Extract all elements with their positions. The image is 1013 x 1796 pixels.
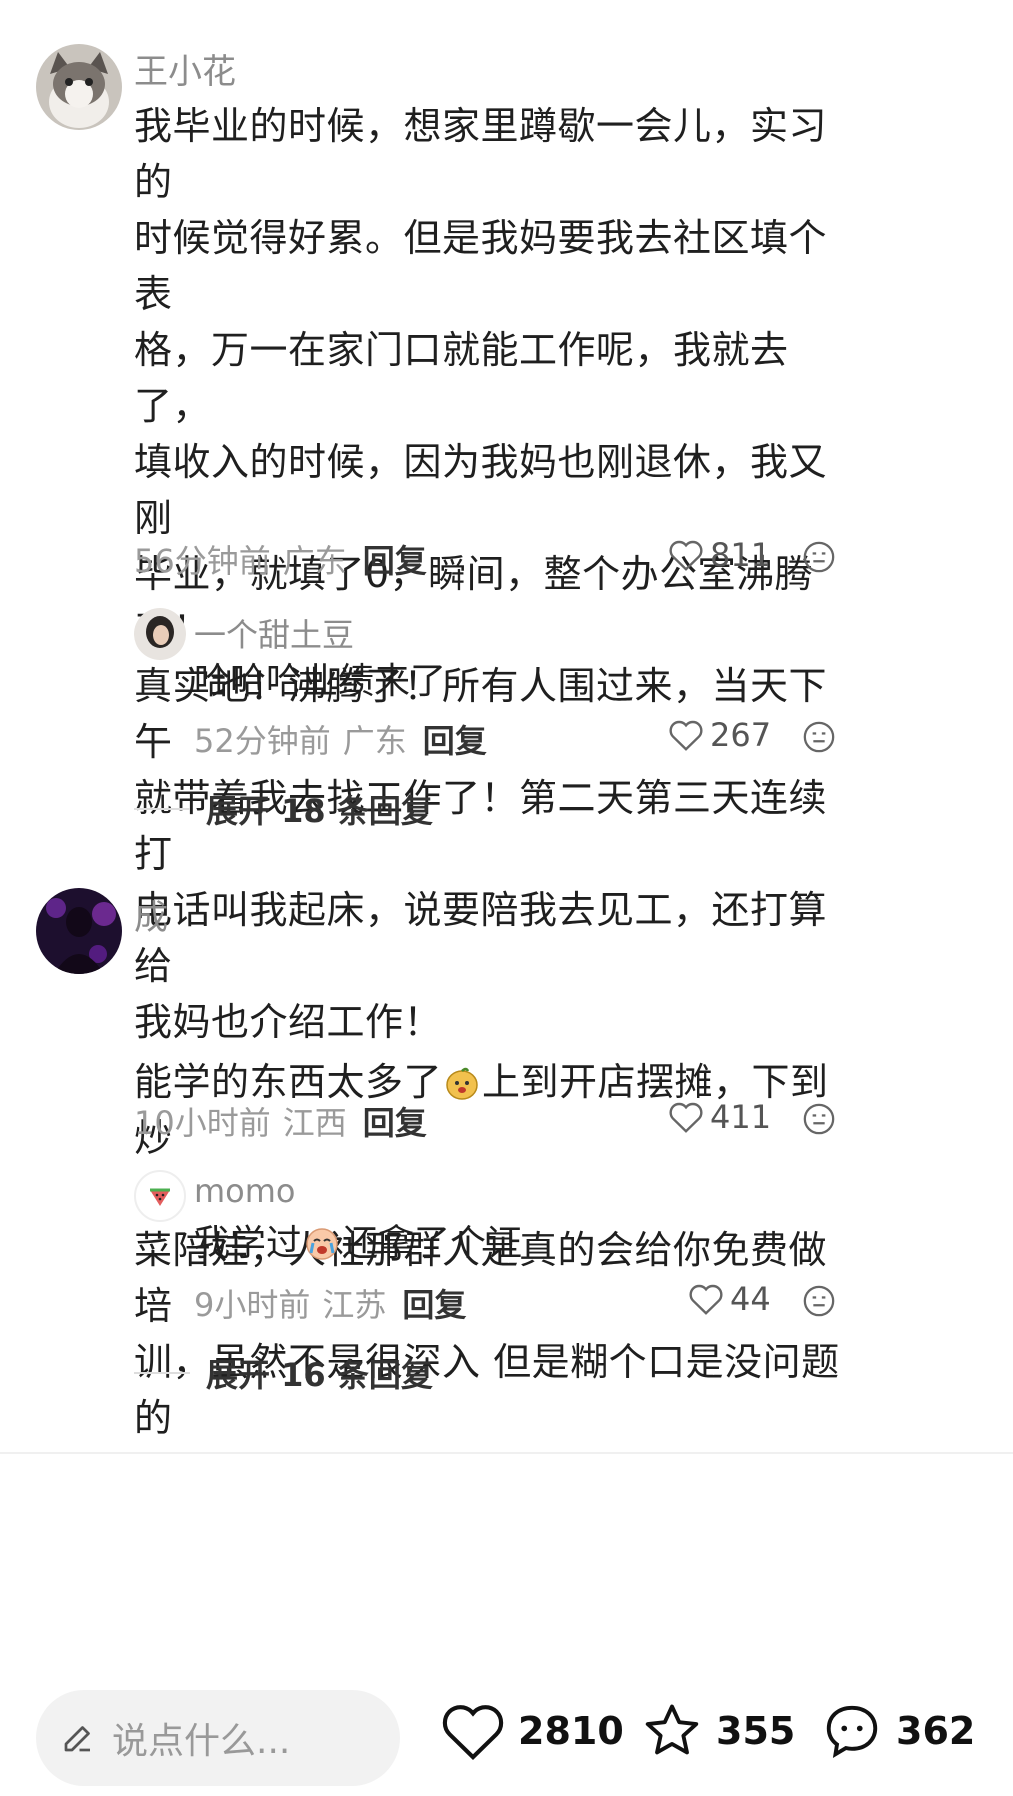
like-count: 811: [710, 536, 772, 574]
like-button[interactable]: 267: [668, 716, 771, 754]
reply-username[interactable]: 一个甜土豆: [194, 610, 354, 656]
reply-avatar[interactable]: [134, 1170, 186, 1222]
like-count: 267: [710, 716, 772, 754]
meh-face-icon: [803, 721, 835, 753]
dislike-button[interactable]: [802, 1102, 836, 1136]
comment-username[interactable]: 成: [134, 890, 168, 939]
dislike-button[interactable]: [802, 720, 836, 754]
comment-username[interactable]: 王小花: [134, 44, 236, 93]
like-button[interactable]: 411: [668, 1098, 771, 1136]
emoji-peach-face-icon: [446, 1067, 478, 1100]
reply-avatar[interactable]: [134, 608, 186, 660]
post-favorite-button[interactable]: 355: [640, 1700, 795, 1762]
comment-composer[interactable]: 说点什么...: [36, 1690, 400, 1786]
emoji-crying-face-icon: [306, 1228, 338, 1260]
reply-text-block: 我学过 还拿了个证: [194, 1218, 522, 1270]
comment-location: 广东: [282, 542, 347, 580]
avatar[interactable]: [36, 44, 122, 130]
like-count: 44: [730, 1280, 771, 1318]
expand-line: [134, 808, 190, 810]
dislike-button[interactable]: [802, 1284, 836, 1318]
like-button[interactable]: 44: [688, 1280, 771, 1318]
heart-icon: [689, 1284, 723, 1315]
reply-meta: 52分钟前 广东 回复: [194, 716, 487, 762]
post-like-count: 2810: [518, 1709, 624, 1753]
reply-username[interactable]: momo: [194, 1172, 296, 1210]
expand-replies-label: 展开 16 条回复: [206, 1356, 433, 1394]
expand-line: [134, 1372, 190, 1374]
composer-placeholder: 说点什么...: [112, 1721, 291, 1762]
bottom-divider: [0, 1452, 1013, 1454]
meh-face-icon: [803, 1103, 835, 1135]
reply-time: 9小时前: [194, 1286, 311, 1324]
comment-meta: 56分钟前 广东 回复: [134, 536, 427, 582]
avatar[interactable]: [36, 888, 122, 974]
post-like-button[interactable]: 2810: [440, 1700, 624, 1762]
comment-time: 10小时前: [134, 1104, 271, 1142]
like-button[interactable]: 811: [668, 536, 771, 574]
expand-replies[interactable]: 展开 18 条回复: [134, 786, 433, 832]
expand-replies-label: 展开 18 条回复: [206, 792, 433, 830]
pencil-icon: [64, 1726, 90, 1752]
heart-icon: [669, 720, 703, 751]
reply-text-cont: 还拿了个证: [342, 1223, 523, 1264]
reply-location: 广东: [342, 722, 407, 760]
reply-button[interactable]: 回复: [402, 1280, 466, 1326]
meh-face-icon: [803, 541, 835, 573]
heart-icon: [669, 540, 703, 571]
comment-meta: 10小时前 江西 回复: [134, 1098, 427, 1144]
post-comment-button[interactable]: 362: [820, 1700, 975, 1762]
reply-time: 52分钟前: [194, 722, 331, 760]
expand-replies[interactable]: 展开 16 条回复: [134, 1350, 433, 1396]
comment-location: 江西: [282, 1104, 347, 1142]
comment-time: 56分钟前: [134, 542, 271, 580]
reply-text: 我学过: [194, 1223, 303, 1264]
reply-button[interactable]: 回复: [363, 1098, 427, 1144]
reply-location: 江苏: [322, 1286, 387, 1324]
heart-icon: [442, 1705, 504, 1761]
heart-icon: [669, 1102, 703, 1133]
post-favorite-count: 355: [716, 1709, 796, 1753]
meh-face-icon: [803, 1285, 835, 1317]
like-count: 411: [710, 1098, 772, 1136]
reply-button[interactable]: 回复: [423, 716, 487, 762]
post-comment-count: 362: [896, 1709, 976, 1753]
reply-text: 哈哈哈业绩来了: [194, 661, 447, 702]
reply-meta: 9小时前 江苏 回复: [194, 1280, 466, 1326]
star-icon: [645, 1704, 699, 1755]
dislike-button[interactable]: [802, 540, 836, 574]
comment-bubble-icon: [826, 1705, 878, 1759]
reply-button[interactable]: 回复: [363, 536, 427, 582]
